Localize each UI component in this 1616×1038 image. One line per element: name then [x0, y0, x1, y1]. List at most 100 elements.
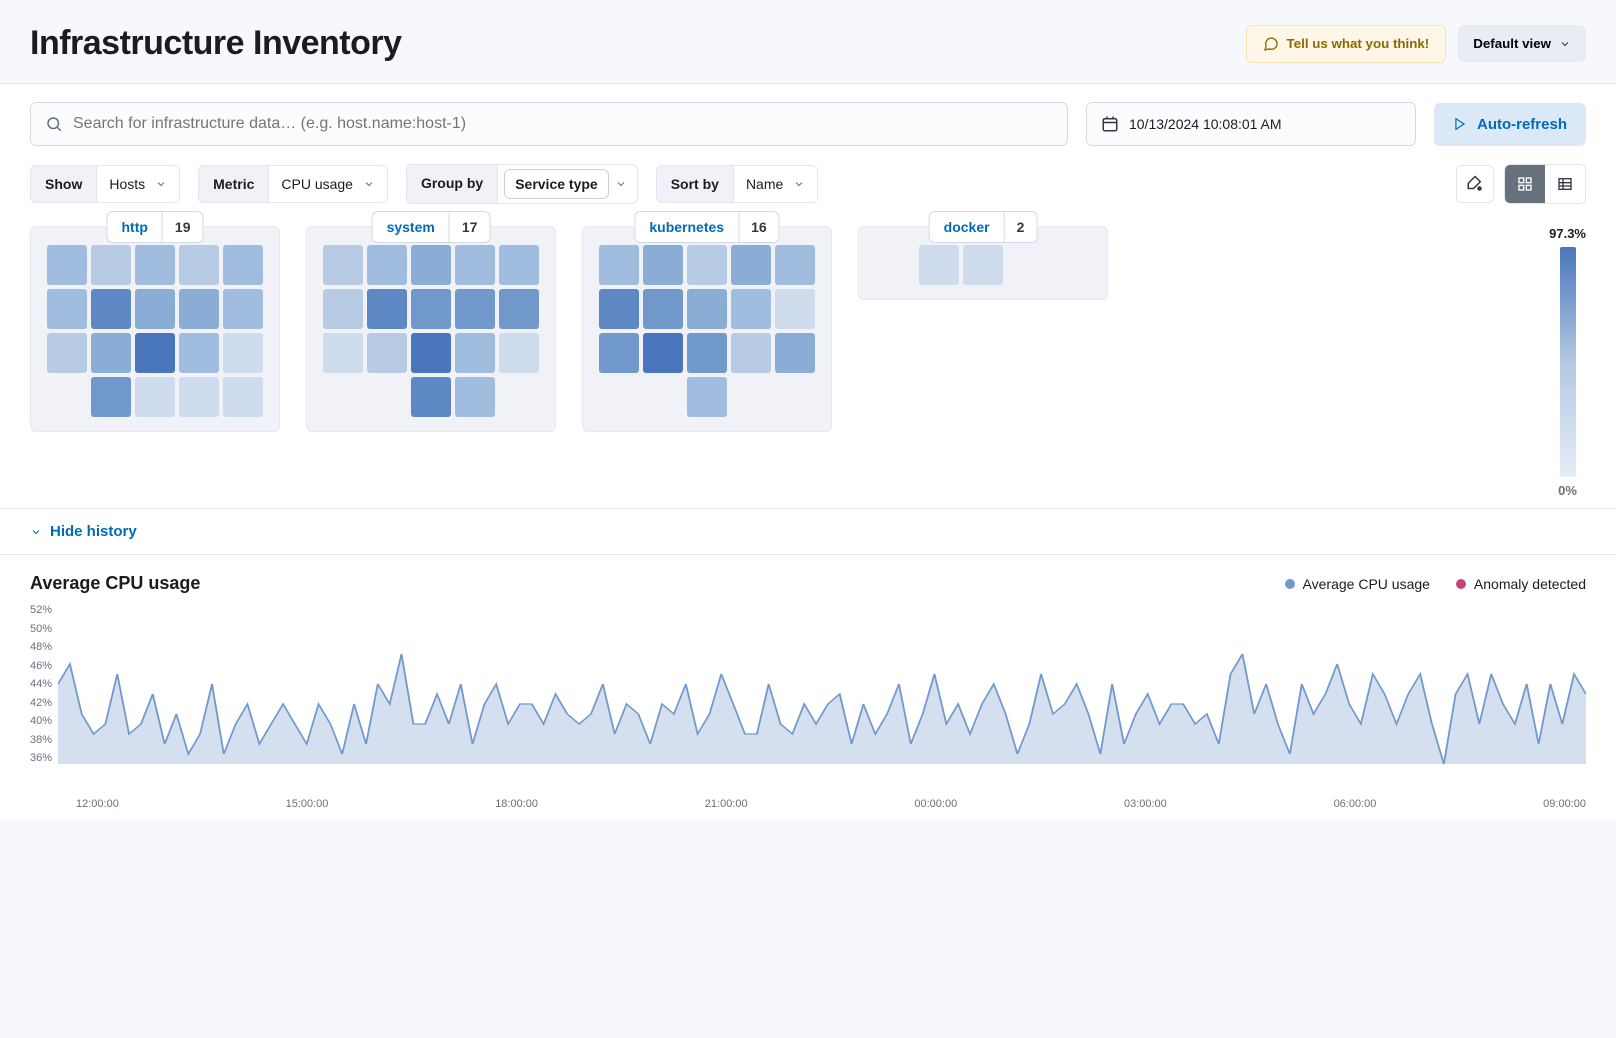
- host-cell[interactable]: [731, 333, 771, 373]
- host-cell[interactable]: [179, 245, 219, 285]
- show-select[interactable]: Hosts: [97, 166, 179, 202]
- host-cell[interactable]: [135, 289, 175, 329]
- comment-icon: [1263, 36, 1279, 52]
- host-cell[interactable]: [223, 377, 263, 417]
- waffle-grid: [597, 245, 817, 417]
- host-cell[interactable]: [499, 289, 539, 329]
- host-cell[interactable]: [179, 289, 219, 329]
- host-cell[interactable]: [179, 377, 219, 417]
- table-icon: [1557, 176, 1573, 192]
- legend-settings-button[interactable]: [1456, 165, 1494, 203]
- host-cell[interactable]: [687, 333, 727, 373]
- x-tick: 12:00:00: [76, 798, 119, 810]
- groupby-select[interactable]: Service type: [504, 169, 609, 199]
- host-cell[interactable]: [323, 289, 363, 329]
- x-tick: 21:00:00: [705, 798, 748, 810]
- group-count: 17: [450, 212, 490, 242]
- host-cell[interactable]: [323, 245, 363, 285]
- host-cell[interactable]: [643, 289, 683, 329]
- host-cell[interactable]: [687, 377, 727, 417]
- host-cell[interactable]: [47, 245, 87, 285]
- sortby-select[interactable]: Name: [734, 166, 817, 202]
- chart-plot[interactable]: [58, 604, 1586, 794]
- feedback-label: Tell us what you think!: [1287, 36, 1430, 51]
- chart-title: Average CPU usage: [30, 573, 200, 594]
- groupby-value: Service type: [515, 176, 598, 192]
- grid-view-button[interactable]: [1505, 165, 1545, 203]
- host-cell[interactable]: [91, 245, 131, 285]
- page-title: Infrastructure Inventory: [30, 24, 402, 63]
- host-cell[interactable]: [135, 377, 175, 417]
- host-cell[interactable]: [599, 245, 639, 285]
- legend-anomaly[interactable]: Anomaly detected: [1456, 576, 1586, 592]
- host-cell[interactable]: [91, 333, 131, 373]
- host-cell[interactable]: [411, 333, 451, 373]
- host-cell[interactable]: [179, 333, 219, 373]
- chevron-down-icon: [793, 178, 805, 190]
- chevron-down-icon: [155, 178, 167, 190]
- y-tick: 52%: [30, 604, 52, 616]
- host-cell[interactable]: [223, 245, 263, 285]
- host-cell[interactable]: [687, 245, 727, 285]
- host-cell[interactable]: [455, 333, 495, 373]
- group-name: http: [107, 212, 162, 242]
- host-cell[interactable]: [223, 333, 263, 373]
- host-cell[interactable]: [775, 333, 815, 373]
- table-view-button[interactable]: [1545, 165, 1585, 203]
- waffle-group-docker: docker2: [858, 226, 1108, 300]
- hide-history-toggle[interactable]: Hide history: [30, 523, 1586, 540]
- host-cell[interactable]: [643, 333, 683, 373]
- view-dropdown[interactable]: Default view: [1458, 25, 1586, 62]
- host-cell[interactable]: [135, 333, 175, 373]
- host-cell[interactable]: [411, 289, 451, 329]
- autorefresh-button[interactable]: Auto-refresh: [1434, 103, 1586, 146]
- metric-select[interactable]: CPU usage: [269, 166, 387, 202]
- host-cell[interactable]: [47, 333, 87, 373]
- groupby-label: Group by: [407, 165, 498, 203]
- host-cell[interactable]: [411, 377, 451, 417]
- host-cell[interactable]: [455, 245, 495, 285]
- host-cell[interactable]: [775, 289, 815, 329]
- group-tag[interactable]: system17: [372, 211, 491, 243]
- metric-control: Metric CPU usage: [198, 165, 388, 203]
- host-cell[interactable]: [775, 245, 815, 285]
- host-cell[interactable]: [135, 245, 175, 285]
- group-tag[interactable]: http19: [106, 211, 203, 243]
- chevron-down-icon: [30, 526, 42, 538]
- y-tick: 40%: [30, 715, 52, 727]
- host-cell[interactable]: [367, 289, 407, 329]
- group-count: 19: [163, 212, 203, 242]
- host-cell[interactable]: [367, 333, 407, 373]
- host-cell[interactable]: [731, 289, 771, 329]
- feedback-button[interactable]: Tell us what you think!: [1246, 25, 1447, 63]
- scale-gradient: [1560, 247, 1576, 477]
- host-cell[interactable]: [599, 289, 639, 329]
- search-input-wrapper[interactable]: [30, 102, 1068, 146]
- host-cell[interactable]: [919, 245, 959, 285]
- group-tag[interactable]: kubernetes16: [634, 211, 779, 243]
- search-input[interactable]: [73, 115, 1053, 133]
- host-cell[interactable]: [91, 289, 131, 329]
- host-cell[interactable]: [411, 245, 451, 285]
- legend-avg[interactable]: Average CPU usage: [1285, 576, 1430, 592]
- host-cell[interactable]: [499, 245, 539, 285]
- host-cell[interactable]: [47, 289, 87, 329]
- host-cell[interactable]: [323, 333, 363, 373]
- host-cell[interactable]: [687, 289, 727, 329]
- host-cell[interactable]: [91, 377, 131, 417]
- datetime-picker[interactable]: 10/13/2024 10:08:01 AM: [1086, 102, 1416, 146]
- host-cell[interactable]: [731, 245, 771, 285]
- host-cell[interactable]: [599, 333, 639, 373]
- group-tag[interactable]: docker2: [929, 211, 1038, 243]
- host-cell[interactable]: [643, 245, 683, 285]
- waffle-group-http: http19: [30, 226, 280, 432]
- host-cell[interactable]: [223, 289, 263, 329]
- host-cell[interactable]: [963, 245, 1003, 285]
- x-tick: 06:00:00: [1334, 798, 1377, 810]
- host-cell[interactable]: [455, 289, 495, 329]
- host-cell[interactable]: [367, 245, 407, 285]
- y-tick: 48%: [30, 641, 52, 653]
- host-cell[interactable]: [499, 333, 539, 373]
- host-cell[interactable]: [455, 377, 495, 417]
- autorefresh-label: Auto-refresh: [1477, 116, 1567, 133]
